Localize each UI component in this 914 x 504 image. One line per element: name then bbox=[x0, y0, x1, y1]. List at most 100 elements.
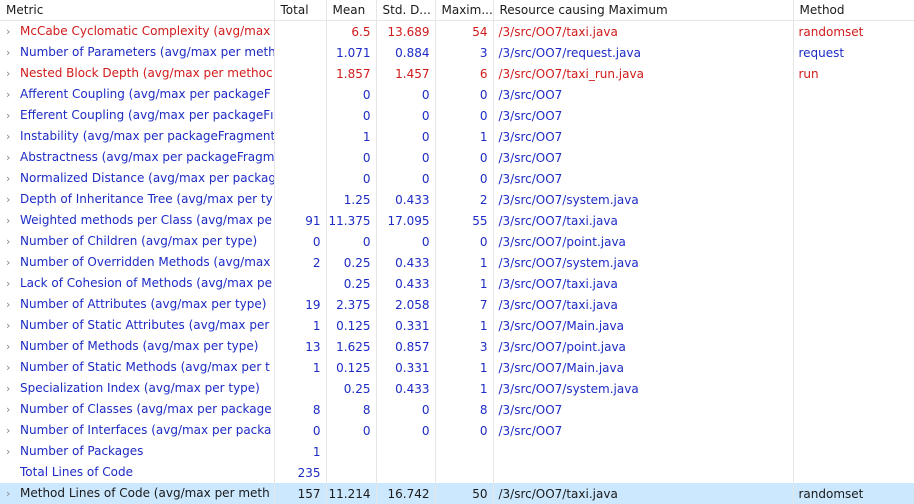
table-row[interactable]: ›Number of Static Methods (avg/max per t… bbox=[0, 357, 914, 378]
table-row[interactable]: ›Weighted methods per Class (avg/max pe9… bbox=[0, 210, 914, 231]
std-dev-cell: 0.433 bbox=[376, 273, 435, 294]
chevron-right-icon[interactable]: › bbox=[6, 22, 20, 42]
chevron-right-icon[interactable]: › bbox=[6, 316, 20, 336]
table-row[interactable]: ›Abstractness (avg/max per packageFragm0… bbox=[0, 147, 914, 168]
chevron-right-icon[interactable]: › bbox=[6, 43, 20, 63]
table-row[interactable]: ›Number of Children (avg/max per type)00… bbox=[0, 231, 914, 252]
metric-name-cell: ›Afferent Coupling (avg/max per packageF bbox=[0, 84, 274, 105]
std-dev-cell: 0 bbox=[376, 168, 435, 189]
mean-cell-text: 0.125 bbox=[336, 319, 370, 333]
chevron-right-icon[interactable]: › bbox=[6, 421, 20, 441]
table-row[interactable]: ›Depth of Inheritance Tree (avg/max per … bbox=[0, 189, 914, 210]
metric-name: McCabe Cyclomatic Complexity (avg/max bbox=[20, 24, 270, 38]
chevron-right-icon[interactable]: › bbox=[6, 211, 20, 231]
maximum-cell: 0 bbox=[435, 168, 493, 189]
chevron-right-icon[interactable]: › bbox=[6, 85, 20, 105]
chevron-right-icon[interactable]: › bbox=[6, 337, 20, 357]
resource-cell-text: /3/src/OO7/taxi.java bbox=[499, 487, 618, 501]
table-row[interactable]: ›Instability (avg/max per packageFragmen… bbox=[0, 126, 914, 147]
table-row[interactable]: ›Efferent Coupling (avg/max per packageF… bbox=[0, 105, 914, 126]
std-dev-cell: 0.857 bbox=[376, 336, 435, 357]
column-header-std-dev[interactable]: Std. D... bbox=[376, 0, 435, 21]
total-cell: 91 bbox=[274, 210, 326, 231]
column-header-maximum[interactable]: Maxim... bbox=[435, 0, 493, 21]
column-header-total[interactable]: Total bbox=[274, 0, 326, 21]
method-cell bbox=[793, 168, 914, 189]
maximum-cell: 3 bbox=[435, 42, 493, 63]
metric-name-cell: ›Number of Attributes (avg/max per type) bbox=[0, 294, 274, 315]
chevron-right-icon[interactable]: › bbox=[6, 106, 20, 126]
mean-cell-text: 11.375 bbox=[329, 214, 371, 228]
metric-name: Number of Static Methods (avg/max per t bbox=[20, 360, 270, 374]
total-cell bbox=[274, 105, 326, 126]
resource-cell-text: /3/src/OO7/system.java bbox=[499, 256, 639, 270]
chevron-right-icon[interactable]: › bbox=[6, 64, 20, 84]
chevron-right-icon[interactable]: › bbox=[6, 358, 20, 378]
table-row[interactable]: ›Method Lines of Code (avg/max per meth1… bbox=[0, 483, 914, 504]
resource-cell-text: /3/src/OO7/taxi.java bbox=[499, 214, 618, 228]
chevron-right-icon[interactable]: › bbox=[6, 484, 20, 504]
method-cell: run bbox=[793, 63, 914, 84]
maximum-cell: 7 bbox=[435, 294, 493, 315]
chevron-right-icon[interactable]: › bbox=[6, 190, 20, 210]
chevron-right-icon[interactable]: › bbox=[6, 253, 20, 273]
metric-name-cell: ›Instability (avg/max per packageFragmen… bbox=[0, 126, 274, 147]
chevron-right-icon[interactable]: › bbox=[6, 232, 20, 252]
mean-cell: 0 bbox=[326, 231, 376, 252]
table-row[interactable]: ›Total Lines of Code235 bbox=[0, 462, 914, 483]
maximum-cell-text: 3 bbox=[480, 46, 488, 60]
mean-cell: 0.25 bbox=[326, 378, 376, 399]
total-cell: 0 bbox=[274, 231, 326, 252]
metric-name-cell: ›Number of Interfaces (avg/max per packa bbox=[0, 420, 274, 441]
chevron-right-icon[interactable]: › bbox=[6, 442, 20, 462]
table-row[interactable]: ›Number of Packages1 bbox=[0, 441, 914, 462]
chevron-right-icon[interactable]: › bbox=[6, 127, 20, 147]
table-row[interactable]: ›Number of Classes (avg/max per package8… bbox=[0, 399, 914, 420]
table-row[interactable]: ›Specialization Index (avg/max per type)… bbox=[0, 378, 914, 399]
total-cell-text: 13 bbox=[305, 340, 320, 354]
table-row[interactable]: ›Number of Parameters (avg/max per meth1… bbox=[0, 42, 914, 63]
table-row[interactable]: ›Number of Interfaces (avg/max per packa… bbox=[0, 420, 914, 441]
resource-cell: /3/src/OO7/taxi.java bbox=[493, 210, 793, 231]
table-row[interactable]: ›Normalized Distance (avg/max per packag… bbox=[0, 168, 914, 189]
table-row[interactable]: ›Number of Methods (avg/max per type)131… bbox=[0, 336, 914, 357]
method-cell bbox=[793, 210, 914, 231]
table-row[interactable]: ›Number of Attributes (avg/max per type)… bbox=[0, 294, 914, 315]
table-row[interactable]: ›McCabe Cyclomatic Complexity (avg/max6.… bbox=[0, 21, 914, 43]
std-dev-cell-text: 0.433 bbox=[395, 277, 429, 291]
chevron-right-icon[interactable]: › bbox=[6, 169, 20, 189]
resource-cell: /3/src/OO7 bbox=[493, 399, 793, 420]
column-header-metric[interactable]: Metric bbox=[0, 0, 274, 21]
metric-name: Number of Parameters (avg/max per meth bbox=[20, 45, 274, 59]
std-dev-cell: 0.433 bbox=[376, 252, 435, 273]
chevron-right-icon[interactable]: › bbox=[6, 400, 20, 420]
mean-cell-text: 0 bbox=[363, 109, 371, 123]
total-cell bbox=[274, 189, 326, 210]
total-cell: 0 bbox=[274, 420, 326, 441]
maximum-cell: 1 bbox=[435, 357, 493, 378]
method-cell: randomset bbox=[793, 483, 914, 504]
method-cell bbox=[793, 315, 914, 336]
maximum-cell-text: 1 bbox=[480, 277, 488, 291]
resource-cell: /3/src/OO7 bbox=[493, 420, 793, 441]
chevron-right-icon[interactable]: › bbox=[6, 148, 20, 168]
method-cell bbox=[793, 231, 914, 252]
table-row[interactable]: ›Number of Static Attributes (avg/max pe… bbox=[0, 315, 914, 336]
chevron-right-icon[interactable]: › bbox=[6, 379, 20, 399]
total-cell-text: 1 bbox=[313, 361, 321, 375]
column-header-mean[interactable]: Mean bbox=[326, 0, 376, 21]
column-header-method[interactable]: Method bbox=[793, 0, 914, 21]
maximum-cell: 54 bbox=[435, 21, 493, 43]
resource-cell-text: /3/src/OO7/point.java bbox=[499, 340, 626, 354]
table-row[interactable]: ›Number of Overridden Methods (avg/max20… bbox=[0, 252, 914, 273]
total-cell-text: 0 bbox=[313, 235, 321, 249]
table-row[interactable]: ›Lack of Cohesion of Methods (avg/max pe… bbox=[0, 273, 914, 294]
total-cell bbox=[274, 147, 326, 168]
chevron-right-icon[interactable]: › bbox=[6, 295, 20, 315]
table-row[interactable]: ›Nested Block Depth (avg/max per methoc1… bbox=[0, 63, 914, 84]
column-header-resource[interactable]: Resource causing Maximum bbox=[493, 0, 793, 21]
table-row[interactable]: ›Afferent Coupling (avg/max per packageF… bbox=[0, 84, 914, 105]
std-dev-cell-text: 0.433 bbox=[395, 193, 429, 207]
resource-cell: /3/src/OO7/taxi_run.java bbox=[493, 63, 793, 84]
chevron-right-icon[interactable]: › bbox=[6, 274, 20, 294]
